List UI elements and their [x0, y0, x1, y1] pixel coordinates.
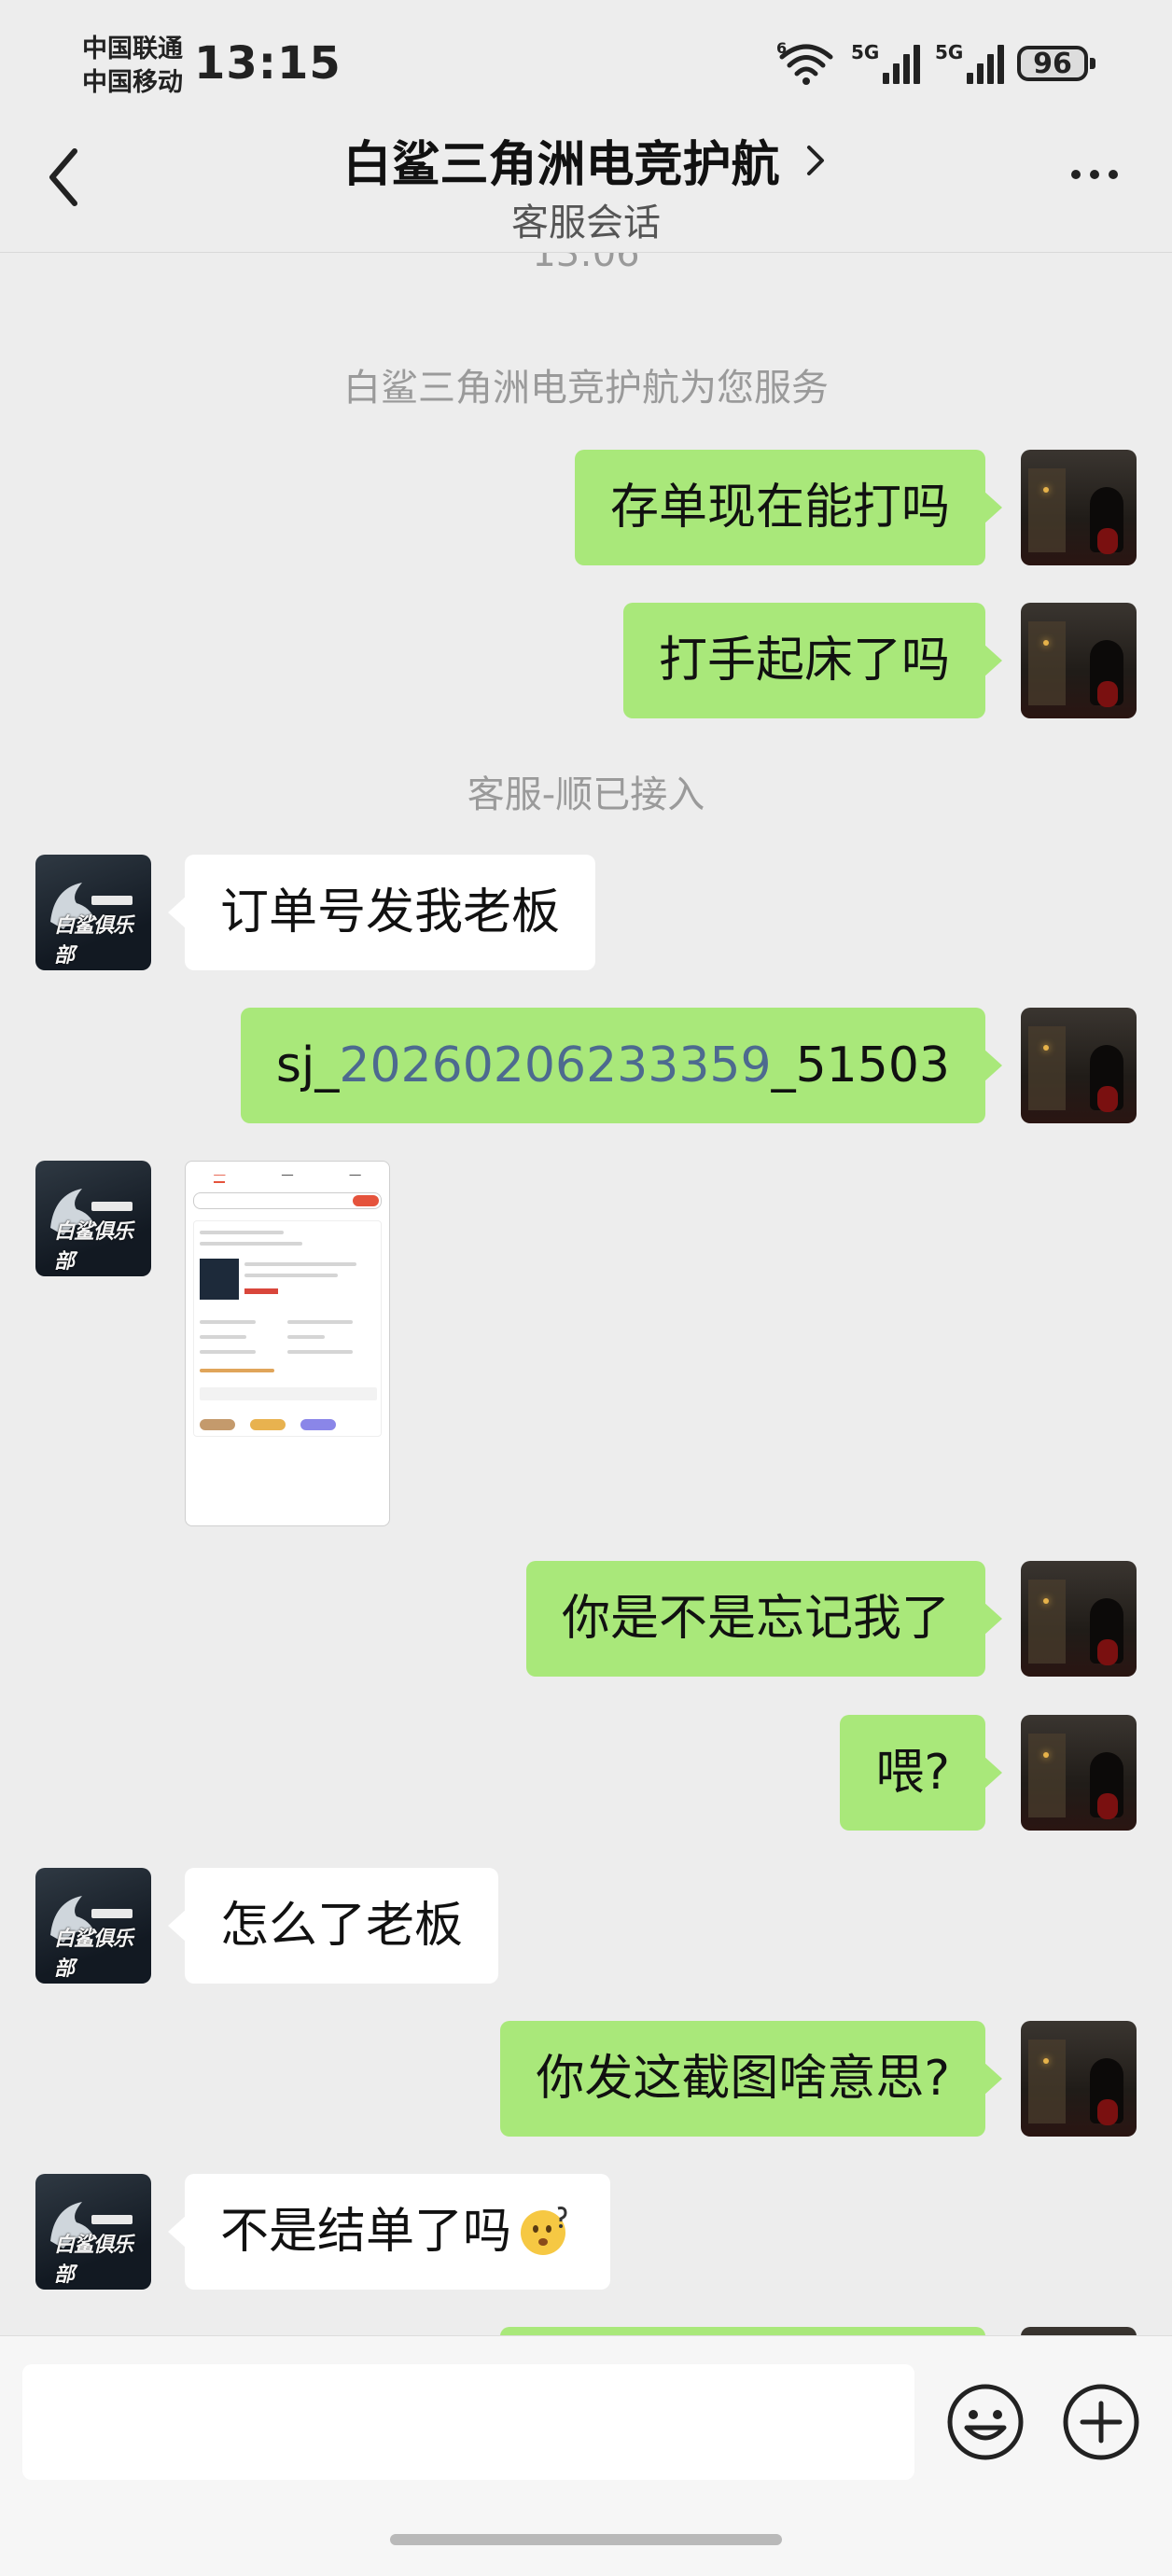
plus-circle-icon[interactable]	[1060, 2381, 1142, 2463]
message-text: 不是结单了吗	[220, 2204, 512, 2260]
message-bubble-service[interactable]: 订单号发我老板	[167, 855, 596, 970]
signal-2: 5G	[935, 41, 1004, 84]
order-prefix: sj_	[275, 1037, 340, 1093]
service-notice: 白鲨三角洲电竞护航为您服务	[343, 367, 829, 410]
service-avatar-text: 白鲨俱乐部	[54, 2234, 133, 2287]
service-avatar[interactable]: 白鲨俱乐部	[35, 1161, 151, 1276]
chat-title: 白鲨三角洲电竞护航	[342, 137, 780, 193]
carrier-2: 中国移动	[82, 68, 183, 97]
my-avatar[interactable]	[1021, 1715, 1137, 1831]
thinking-question-emoji	[521, 2207, 567, 2255]
home-indicator[interactable]	[390, 2534, 782, 2545]
chat-header: 白鲨三角洲电竞护航 客服会话	[0, 103, 1172, 253]
message-bubble-me[interactable]: 喂?	[840, 1715, 1002, 1831]
message-input[interactable]	[22, 2364, 914, 2480]
my-avatar[interactable]	[1021, 450, 1137, 565]
chat-subtitle: 客服会话	[511, 202, 661, 244]
message-bubble-me-partial	[500, 2327, 985, 2335]
message-timestamp: 13:06	[532, 253, 640, 275]
message-bubble-service[interactable]: 不是结单了吗	[167, 2174, 611, 2290]
my-avatar[interactable]	[1021, 1008, 1137, 1123]
chat-messages[interactable]: 13:06 白鲨三角洲电竞护航为您服务 存单现在能打吗 打手起床了吗 客服-顺已…	[0, 253, 1172, 2335]
message-bubble-me[interactable]: 你发这截图啥意思?	[500, 2021, 1002, 2137]
message-bubble-me[interactable]: 你是不是忘记我了	[525, 1561, 1003, 1677]
service-avatar[interactable]: 白鲨俱乐部	[35, 1868, 151, 1984]
status-icons: 6 5G 5G 96	[776, 39, 1095, 88]
service-avatar-text: 白鲨俱乐部	[54, 914, 133, 968]
message-bubble-me[interactable]: sj_20260206233359_51503	[240, 1008, 1003, 1123]
my-avatar[interactable]	[1021, 1561, 1137, 1677]
message-bubble-me[interactable]: 打手起床了吗	[622, 603, 1003, 718]
wifi-icon: 6	[776, 40, 833, 85]
wifi-badge: 6	[776, 40, 787, 57]
order-number-link[interactable]: 20260206233359	[339, 1037, 771, 1093]
my-avatar[interactable]	[1021, 2021, 1137, 2137]
status-time: 13:15	[194, 37, 342, 90]
input-bar	[0, 2335, 1172, 2576]
chevron-right-icon	[806, 145, 824, 175]
shared-screenshot-image[interactable]: ── ── ──	[185, 1161, 390, 1526]
service-avatar[interactable]: 白鲨俱乐部	[35, 855, 151, 970]
service-avatar-text: 白鲨俱乐部	[54, 1928, 133, 1981]
chat-title-link[interactable]: 白鲨三角洲电竞护航	[0, 125, 1172, 195]
message-bubble-service[interactable]: 怎么了老板	[167, 1868, 499, 1984]
agent-joined-notice: 客服-顺已接入	[467, 773, 705, 816]
battery-indicator: 96	[1017, 46, 1095, 81]
service-avatar[interactable]: 白鲨俱乐部	[35, 2174, 151, 2290]
smiley-icon[interactable]	[944, 2381, 1026, 2463]
my-avatar	[1021, 2327, 1137, 2335]
signal-1-label: 5G	[851, 41, 880, 63]
signal-2-label: 5G	[935, 41, 964, 63]
signal-1: 5G	[851, 41, 920, 84]
carrier-1: 中国联通	[82, 35, 183, 63]
more-dots-icon[interactable]	[1071, 170, 1118, 179]
message-bubble-me[interactable]: 存单现在能打吗	[574, 450, 1003, 565]
order-suffix: _51503	[771, 1037, 950, 1093]
my-avatar[interactable]	[1021, 603, 1137, 718]
service-avatar-text: 白鲨俱乐部	[54, 1220, 133, 1274]
